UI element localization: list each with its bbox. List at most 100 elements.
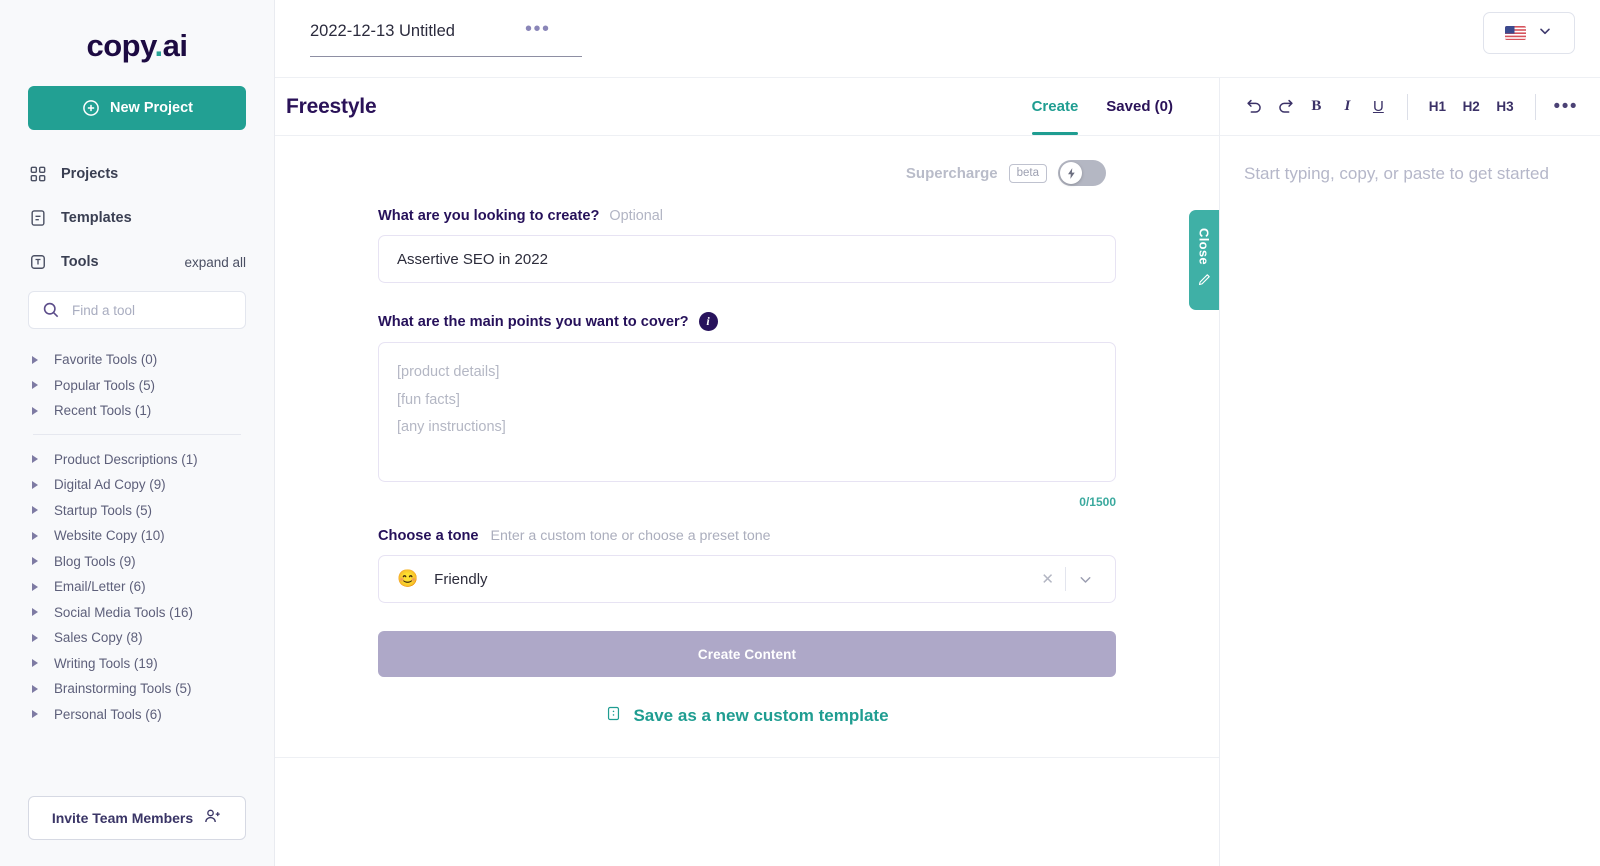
tool-group-email-letter[interactable]: Email/Letter (6): [0, 574, 274, 600]
underline-icon[interactable]: U: [1368, 92, 1389, 122]
tool-group-label: Sales Copy (8): [54, 630, 143, 645]
tool-group-popular[interactable]: Popular Tools (5): [0, 373, 274, 399]
heading-1-button[interactable]: H1: [1426, 92, 1450, 122]
document-title-input[interactable]: [310, 22, 525, 41]
tool-search[interactable]: [28, 291, 246, 329]
tool-group-favorite[interactable]: Favorite Tools (0): [0, 347, 274, 373]
field-create-label-row: What are you looking to create? Optional: [378, 208, 1116, 224]
chevron-right-icon: [32, 455, 38, 463]
user-plus-icon: [203, 807, 222, 829]
tool-icon: [28, 252, 48, 272]
tool-group-label: Writing Tools (19): [54, 656, 158, 671]
tool-group-social-media-tools[interactable]: Social Media Tools (16): [0, 600, 274, 626]
sidebar-item-label: Projects: [61, 166, 118, 182]
chevron-right-icon: [32, 634, 38, 642]
close-panel-tab[interactable]: Close: [1189, 210, 1219, 310]
topbar: •••: [275, 0, 1600, 78]
heading-2-button[interactable]: H2: [1459, 92, 1483, 122]
supercharge-toggle[interactable]: [1058, 160, 1106, 186]
chevron-down-icon: [1537, 23, 1553, 44]
new-project-label: New Project: [110, 100, 193, 116]
search-input[interactable]: [72, 303, 233, 318]
tab-create[interactable]: Create: [1032, 78, 1079, 135]
chevron-right-icon: [32, 685, 38, 693]
italic-icon[interactable]: I: [1337, 92, 1358, 122]
tool-group-personal-tools[interactable]: Personal Tools (6): [0, 702, 274, 728]
form-body: Supercharge beta What are you: [275, 136, 1219, 866]
expand-all-button[interactable]: expand all: [184, 255, 246, 270]
tab-label: Create: [1032, 98, 1079, 115]
create-topic-input[interactable]: [378, 235, 1116, 283]
logo-dot: .: [155, 28, 163, 63]
tab-saved[interactable]: Saved (0): [1106, 78, 1173, 135]
chevron-right-icon: [32, 506, 38, 514]
sidebar-item-projects[interactable]: Projects: [0, 152, 274, 196]
sidebar-item-templates[interactable]: Templates: [0, 196, 274, 240]
editor-toolbar: B I U H1 H2 H3 •••: [1220, 78, 1600, 136]
document-title-field[interactable]: •••: [310, 22, 582, 57]
app-root: copy.ai New Project Projects: [0, 0, 1600, 866]
tool-group-writing-tools[interactable]: Writing Tools (19): [0, 651, 274, 677]
sidebar-item-label: Tools: [61, 254, 99, 270]
tool-group-brainstorming-tools[interactable]: Brainstorming Tools (5): [0, 676, 274, 702]
create-content-button[interactable]: Create Content: [378, 631, 1116, 677]
bold-icon[interactable]: B: [1306, 92, 1327, 122]
tool-group-label: Digital Ad Copy (9): [54, 477, 166, 492]
generator-form-panel: Freestyle Create Saved (0) Supercharge b…: [275, 78, 1220, 866]
us-flag-icon: [1505, 26, 1526, 40]
field-main-points-label-row: What are the main points you want to cov…: [378, 312, 1116, 331]
tool-group-product-descriptions[interactable]: Product Descriptions (1): [0, 447, 274, 473]
tool-group-label: Personal Tools (6): [54, 707, 162, 722]
field-tone: Choose a tone Enter a custom tone or cho…: [275, 528, 1219, 603]
document-menu-icon[interactable]: •••: [525, 24, 551, 40]
tool-groups: Favorite Tools (0) Popular Tools (5) Rec…: [0, 347, 274, 727]
new-project-button[interactable]: New Project: [28, 86, 246, 130]
template-icon: [28, 208, 48, 228]
heading-3-button[interactable]: H3: [1493, 92, 1517, 122]
grid-icon: [28, 164, 48, 184]
beta-badge: beta: [1009, 164, 1047, 183]
content-row: Freestyle Create Saved (0) Supercharge b…: [275, 78, 1600, 866]
tone-select[interactable]: 😊 Friendly ✕: [378, 555, 1116, 603]
tool-group-blog-tools[interactable]: Blog Tools (9): [0, 549, 274, 575]
form-actions: Create Content Save as a new custom temp…: [275, 631, 1219, 727]
form-tabs: Create Saved (0): [1032, 78, 1219, 135]
tool-group-label: Social Media Tools (16): [54, 605, 193, 620]
field-tone-label-row: Choose a tone Enter a custom tone or cho…: [378, 528, 1116, 544]
tool-group-sales-copy[interactable]: Sales Copy (8): [0, 625, 274, 651]
tab-label: Saved (0): [1106, 98, 1173, 115]
logo-suffix: ai: [163, 28, 188, 63]
divider: [1407, 94, 1408, 120]
clear-icon[interactable]: ✕: [1030, 570, 1065, 588]
tool-group-digital-ad-copy[interactable]: Digital Ad Copy (9): [0, 472, 274, 498]
editor-more-icon[interactable]: •••: [1554, 103, 1578, 111]
info-icon[interactable]: i: [699, 312, 718, 331]
sidebar-item-label: Templates: [61, 210, 132, 226]
chevron-down-icon[interactable]: [1066, 571, 1103, 588]
plus-circle-icon: [81, 98, 101, 118]
pen-icon: [1197, 272, 1212, 292]
save-as-template-label: Save as a new custom template: [633, 706, 888, 726]
tool-group-label: Email/Letter (6): [54, 579, 146, 594]
tool-group-website-copy[interactable]: Website Copy (10): [0, 523, 274, 549]
editor-body[interactable]: Start typing, copy, or paste to get star…: [1220, 136, 1600, 212]
save-as-template-link[interactable]: Save as a new custom template: [378, 705, 1116, 727]
language-selector[interactable]: [1483, 12, 1575, 54]
smiley-icon: 😊: [397, 569, 418, 589]
redo-icon[interactable]: [1275, 92, 1296, 122]
logo-text: copy: [86, 28, 154, 63]
tool-group-label: Blog Tools (9): [54, 554, 136, 569]
sidebar-item-tools[interactable]: Tools expand all: [0, 240, 274, 284]
divider: [1535, 94, 1536, 120]
tool-group-startup-tools[interactable]: Startup Tools (5): [0, 498, 274, 524]
bolt-icon: [1060, 162, 1082, 184]
undo-icon[interactable]: [1244, 92, 1265, 122]
page-title: Freestyle: [286, 95, 376, 119]
form-footer-divider: [275, 757, 1219, 866]
invite-team-members-button[interactable]: Invite Team Members: [28, 796, 246, 840]
field-main-points: What are the main points you want to cov…: [275, 312, 1219, 509]
tool-group-recent[interactable]: Recent Tools (1): [0, 398, 274, 424]
save-icon: [605, 705, 622, 727]
main-points-textarea[interactable]: [378, 342, 1116, 482]
chevron-right-icon: [32, 356, 38, 364]
